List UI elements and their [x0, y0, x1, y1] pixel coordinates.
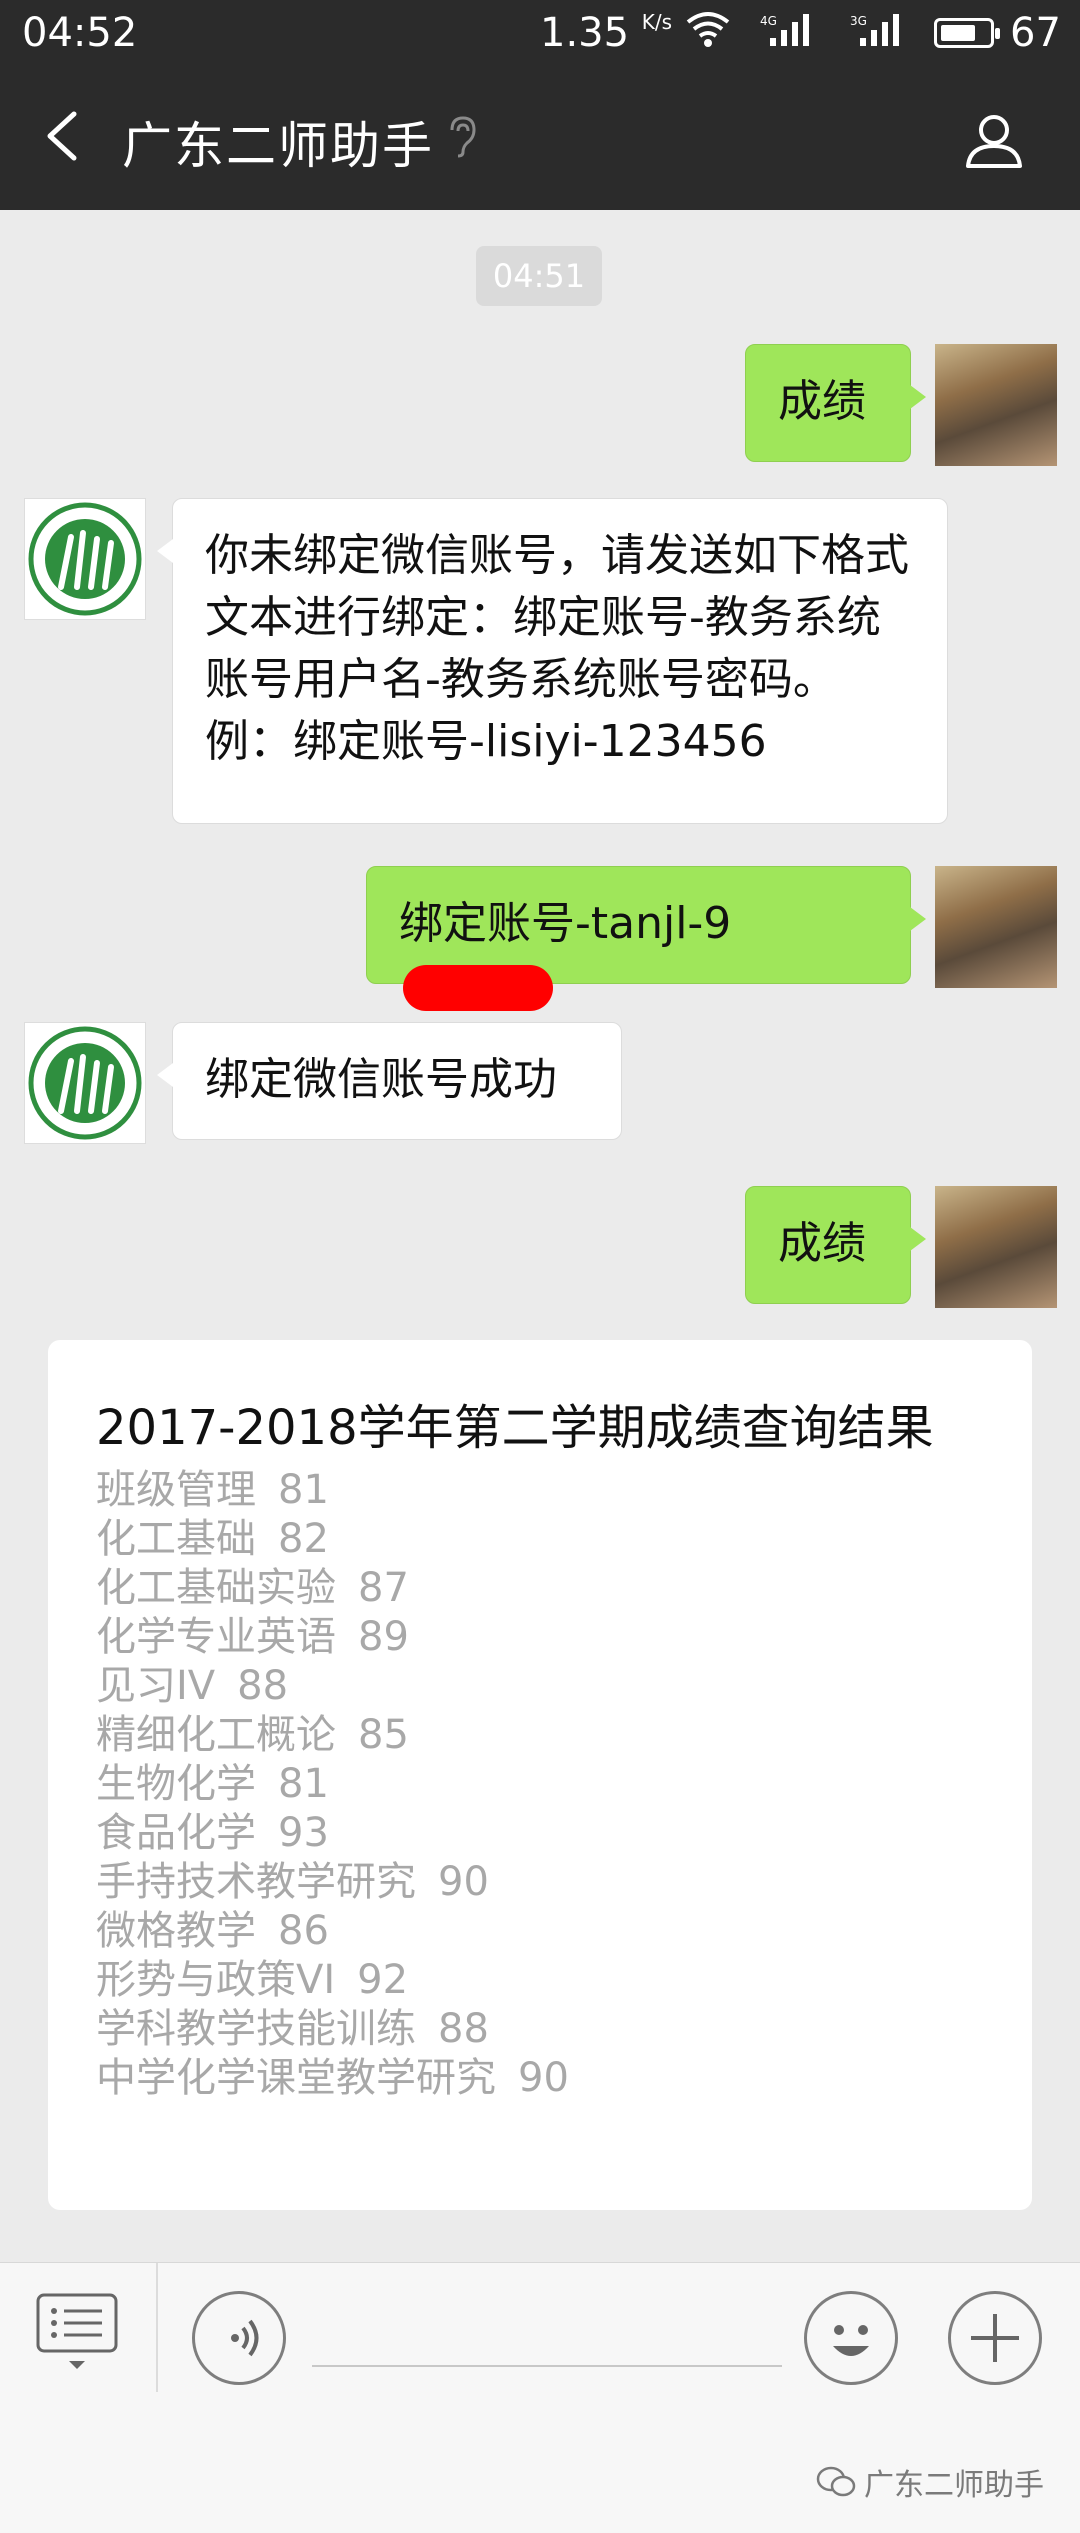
net-tag-3g: 3G [850, 14, 867, 28]
bot-avatar[interactable] [24, 1022, 146, 1144]
school-logo-icon [28, 502, 142, 616]
grade-item: 中学化学课堂教学研究 90 [96, 2054, 569, 2103]
grade-item: 化工基础 82 [96, 1515, 569, 1564]
voice-button[interactable] [192, 2291, 286, 2385]
card-title: 2017-2018学年第二学期成绩查询结果 [96, 1400, 934, 1456]
bottom-area: 广东二师助手 [0, 2392, 1080, 2533]
bot-message-bubble[interactable]: 你未绑定微信账号，请发送如下格式文本进行绑定：绑定账号-教务系统账号用户名-教务… [157, 498, 948, 824]
grade-item: 形势与政策VI 92 [96, 1956, 569, 2005]
course-score: 88 [237, 1663, 289, 1709]
network-speed: 1.35 K/s [540, 10, 672, 56]
course-score: 90 [518, 2055, 569, 2101]
wechat-icon [816, 2466, 856, 2497]
signal-4g-icon: 4G [760, 12, 809, 46]
redaction-mark [403, 965, 553, 1011]
emoji-button[interactable] [804, 2291, 898, 2385]
course-name: 化工基础 [96, 1516, 256, 1562]
grade-list: 班级管理 81 化工基础 82 化工基础实验 87 化学专业英语 89 见习IV 88 精… [96, 1466, 569, 2103]
watermark: 广东二师助手 [816, 2460, 1044, 2504]
course-name: 精细化工概论 [96, 1712, 336, 1758]
my-message-bubble[interactable]: 成绩 [745, 344, 926, 462]
wifi-icon [686, 10, 730, 60]
course-score: 85 [358, 1712, 409, 1758]
my-avatar[interactable] [935, 866, 1057, 988]
course-name: 形势与政策VI [96, 1957, 336, 2003]
battery-icon [934, 18, 1000, 48]
course-name: 微格教学 [96, 1908, 256, 1954]
course-score: 92 [357, 1957, 409, 2003]
my-avatar[interactable] [935, 1186, 1057, 1308]
input-divider [156, 2263, 158, 2408]
grade-item: 精细化工概论 85 [96, 1711, 569, 1760]
course-name: 班级管理 [96, 1467, 256, 1513]
school-logo-icon [28, 1026, 142, 1140]
grade-item: 食品化学 93 [96, 1809, 569, 1858]
course-name: 化学专业英语 [96, 1614, 336, 1660]
course-score: 88 [438, 2006, 489, 2052]
course-name: 中学化学课堂教学研究 [96, 2055, 496, 2101]
course-score: 93 [278, 1810, 329, 1856]
signal-3g-icon: 3G [850, 12, 899, 46]
person-icon [966, 115, 1022, 168]
voice-icon [231, 2319, 259, 2357]
grade-item: 微格教学 86 [96, 1907, 569, 1956]
grade-item: 手持技术教学研究 90 [96, 1858, 569, 1907]
my-avatar[interactable] [935, 344, 1057, 466]
course-name: 学科教学技能训练 [96, 2006, 416, 2052]
course-score: 87 [358, 1565, 409, 1611]
list-menu-icon [36, 2293, 118, 2369]
grade-item: 化工基础实验 87 [96, 1564, 569, 1613]
grade-item: 班级管理 81 [96, 1466, 569, 1515]
watermark-text: 广东二师助手 [864, 2468, 1044, 2503]
menu-toggle-button[interactable] [36, 2293, 118, 2375]
course-name: 生物化学 [96, 1761, 256, 1807]
course-name: 手持技术教学研究 [96, 1859, 416, 1905]
smiley-icon [833, 2325, 869, 2356]
grade-item: 见习IV 88 [96, 1662, 569, 1711]
battery-percent: 67 [1010, 10, 1061, 56]
status-bar: 04:52 1.35 K/s 4G 3G 67 [0, 0, 1080, 64]
chat-header: 广东二师助手 [0, 64, 1080, 210]
earpiece-mode-icon [446, 114, 478, 162]
grade-item: 学科教学技能训练 88 [96, 2005, 569, 2054]
my-message-bubble[interactable]: 成绩 [745, 1186, 926, 1304]
course-score: 81 [278, 1467, 329, 1513]
chat-title: 广东二师助手 [122, 117, 434, 175]
bot-avatar[interactable] [24, 498, 146, 620]
bind-account-text: 绑定账号-tanjl-9 [399, 898, 732, 949]
net-tag-4g: 4G [760, 14, 777, 28]
my-message-bubble[interactable]: 绑定账号-tanjl-9 [366, 866, 926, 1011]
message-input-bar [0, 2262, 1080, 2408]
profile-button[interactable] [962, 108, 1026, 172]
back-button[interactable] [40, 104, 100, 168]
course-score: 89 [358, 1614, 409, 1660]
course-score: 81 [278, 1761, 329, 1807]
message-input[interactable] [312, 2301, 782, 2367]
grade-result-card[interactable]: 2017-2018学年第二学期成绩查询结果 班级管理 81 化工基础 82 化工基础… [48, 1340, 1032, 2210]
course-name: 化工基础实验 [96, 1565, 336, 1611]
course-name: 见习IV [96, 1663, 216, 1709]
course-score: 82 [278, 1516, 329, 1562]
course-name: 食品化学 [96, 1810, 256, 1856]
course-score: 90 [438, 1859, 489, 1905]
speed-unit: K/s [641, 10, 673, 34]
grade-item: 化学专业英语 89 [96, 1613, 569, 1662]
bot-message-bubble[interactable]: 绑定微信账号成功 [157, 1022, 622, 1140]
speed-value: 1.35 [540, 10, 630, 56]
chat-timestamp: 04:51 [476, 246, 602, 306]
plus-icon [971, 2314, 1019, 2362]
status-time: 04:52 [22, 10, 138, 56]
more-button[interactable] [948, 2291, 1042, 2385]
course-score: 86 [278, 1908, 329, 1954]
chevron-left-icon [47, 111, 77, 161]
grade-item: 生物化学 81 [96, 1760, 569, 1809]
